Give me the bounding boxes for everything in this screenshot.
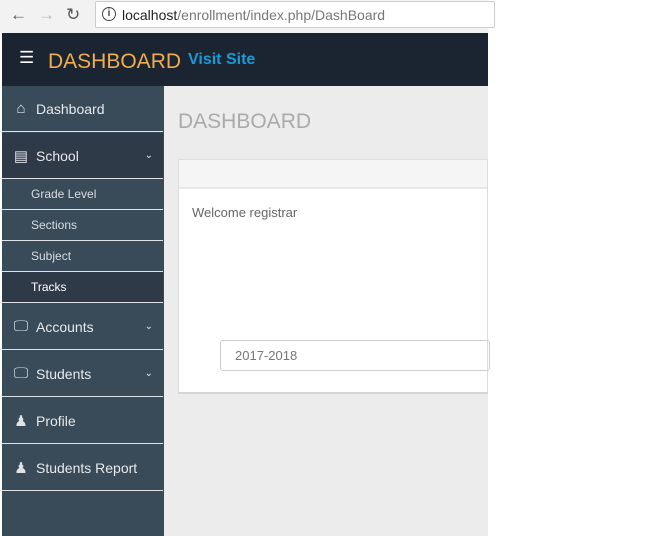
chevron-down-icon: ⌄ [144, 321, 153, 332]
info-icon[interactable]: i [102, 7, 116, 21]
sidebar-item-students[interactable]: 🖵 Students ⌄ [2, 351, 163, 397]
address-bar[interactable]: i localhost/enrollment/index.php/DashBoar… [95, 1, 495, 28]
page-title: DASHBOARD [178, 110, 312, 133]
sidebar-subitem-subject[interactable]: Subject [2, 241, 163, 272]
home-icon: ⌂ [16, 100, 26, 117]
reload-icon[interactable]: ↻ [66, 5, 80, 25]
school-year-select[interactable]: 2017-2018 [220, 340, 490, 371]
main-content: DASHBOARD Welcome registrar 2017-2018 [164, 86, 490, 536]
sidebar-item-school[interactable]: ▤ School ⌄ [2, 133, 163, 179]
sidebar-subitem-sections[interactable]: Sections [2, 210, 163, 241]
forward-icon[interactable]: → [38, 5, 55, 25]
sidebar-item-profile[interactable]: ♟ Profile [2, 398, 163, 444]
welcome-text: Welcome registrar [192, 205, 298, 220]
monitor-icon: 🖵 [13, 365, 29, 382]
monitor-icon: 🖵 [13, 318, 29, 335]
top-navbar: ☰ DASHBOARD Visit Site [2, 33, 488, 86]
sidebar-item-accounts[interactable]: 🖵 Accounts ⌄ [2, 304, 163, 350]
visit-site-link[interactable]: Visit Site [188, 51, 255, 69]
sidebar: ⌂ Dashboard ▤ School ⌄ Grade Level Sections… [2, 86, 164, 536]
panel-header [179, 160, 487, 189]
menu-toggle-icon[interactable]: ☰ [19, 48, 34, 68]
welcome-panel: Welcome registrar 2017-2018 [178, 159, 490, 394]
sidebar-item-students-report[interactable]: ♟ Students Report [2, 445, 163, 491]
brand-title[interactable]: DASHBOARD [48, 50, 181, 74]
sidebar-subitem-tracks[interactable]: Tracks [2, 272, 163, 303]
chevron-down-icon: ⌄ [144, 150, 153, 161]
user-icon: ♟ [14, 459, 28, 477]
document-icon: ▤ [13, 147, 29, 165]
sidebar-item-dashboard[interactable]: ⌂ Dashboard [2, 86, 163, 132]
back-icon[interactable]: ← [10, 5, 27, 25]
user-icon: ♟ [14, 412, 28, 430]
browser-toolbar: ← → ↻ i localhost/enrollment/index.php/Da… [0, 0, 495, 33]
sidebar-subitem-grade-level[interactable]: Grade Level [2, 179, 163, 210]
chevron-down-icon: ⌄ [144, 368, 153, 379]
